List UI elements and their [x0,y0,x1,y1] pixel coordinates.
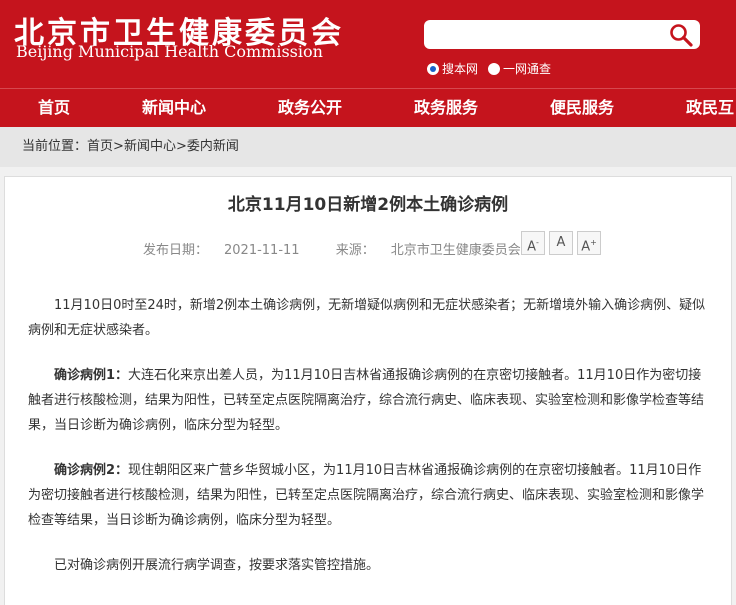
publish-date: 发布日期： 2021-11-11 [143,243,300,258]
nav-item-interaction[interactable]: 政民互 [686,89,734,127]
nav-item-public-services[interactable]: 便民服务 [550,89,614,127]
scope-option-all[interactable]: 一网通查 [488,60,551,77]
breadcrumb-news[interactable]: 新闻中心 [124,139,176,154]
main-nav: 首页 新闻中心 政务公开 政务服务 便民服务 政民互 [0,88,736,127]
font-reset-button[interactable]: A [549,231,573,255]
breadcrumb-label: 当前位置： [22,139,88,154]
radio-icon[interactable] [488,62,501,75]
article-title: 北京11月10日新增2例本土确诊病例 [227,195,509,215]
article-source: 来源： 北京市卫生健康委员会 [335,243,521,258]
font-increase-button[interactable]: A+ [577,231,601,255]
nav-item-news[interactable]: 新闻中心 [142,89,206,127]
search-box [424,20,700,49]
article-paragraph: 确诊病例1：大连石化来京出差人员，为11月10日吉林省通报确诊病例的在京密切接触… [28,368,705,433]
article-paragraph: 确诊病例2：现住朝阳区来广营乡华贸城小区，为11月10日吉林省通报确诊病例的在京… [28,463,705,528]
search-icon[interactable] [668,22,694,48]
nav-item-gov-affairs[interactable]: 政务公开 [278,89,342,127]
nav-item-home[interactable]: 首页 [38,89,70,127]
search-scope: 搜本网 一网通查 [427,60,551,77]
search-input[interactable] [432,20,666,49]
font-size-controls: A- A A+ [521,231,601,255]
site-subtitle: Beijing Municipal Health Commission [16,42,323,61]
radio-selected-icon[interactable] [427,62,439,75]
nav-item-gov-services[interactable]: 政务服务 [414,89,478,127]
article-container: 北京11月10日新增2例本土确诊病例 发布日期： 2021-11-11 来源： 北京… [4,176,732,605]
breadcrumb-internal-news[interactable]: 委内新闻 [187,139,239,154]
article-meta: 发布日期： 2021-11-11 来源： 北京市卫生健康委员会 [143,239,553,258]
article-paragraph: 已对确诊病例开展流行病学调查，按要求落实管控措施。 [54,558,380,573]
scope-option-site[interactable]: 搜本网 [427,60,478,77]
font-decrease-button[interactable]: A- [521,231,545,255]
site-header: 北京市卫生健康委员会 Beijing Municipal Health Comm… [0,0,736,88]
breadcrumb: 当前位置：首页>新闻中心>委内新闻 [0,127,736,167]
breadcrumb-separator: > [113,139,124,154]
breadcrumb-home[interactable]: 首页 [87,139,113,154]
article-body: 11月10日0时至24时，新增2例本土确诊病例，无新增疑似病例和无症状感染者；无… [28,293,710,598]
breadcrumb-separator: > [175,139,187,154]
article-paragraph: 11月10日0时至24时，新增2例本土确诊病例，无新增疑似病例和无症状感染者；无… [28,298,706,338]
